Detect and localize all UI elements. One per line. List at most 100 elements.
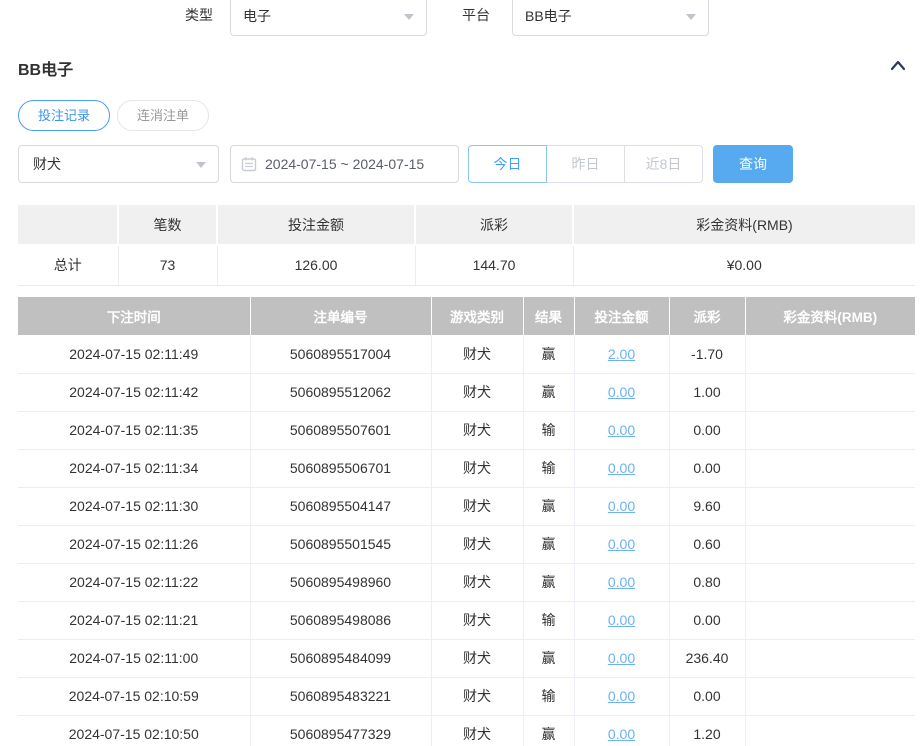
bet-amount-link[interactable]: 0.00: [608, 498, 635, 514]
game-category-cell: 财犬: [431, 335, 523, 373]
summary-total-count: 73: [118, 245, 217, 285]
date-range-input[interactable]: 2024-07-15 ~ 2024-07-15: [230, 145, 459, 183]
table-row: 2024-07-15 02:10:595060895483221财犬输 0.00 0…: [18, 677, 915, 715]
caret-down-icon: [196, 162, 206, 168]
summary-total-bet-amount: 126.00: [217, 245, 415, 285]
bonus-cell: [745, 563, 915, 601]
table-row: 2024-07-15 02:10:505060895477329财犬赢0.001…: [18, 715, 915, 746]
result-cell: 输: [523, 411, 574, 449]
summary-header-payout: 派彩: [415, 205, 573, 245]
table-row: 2024-07-15 02:11:305060895504147财犬赢0.009…: [18, 487, 915, 525]
tab-bet-records[interactable]: 投注记录: [18, 100, 110, 131]
bet-amount-cell: 0.00: [574, 411, 669, 449]
result-cell: 赢: [523, 715, 574, 746]
order-id-cell: 5060895501545: [250, 525, 431, 563]
order-id-cell: 5060895512062: [250, 373, 431, 411]
game-select[interactable]: 财犬: [18, 145, 219, 183]
bet-amount-link[interactable]: 0.00: [608, 726, 635, 742]
query-button[interactable]: 查询: [713, 145, 793, 183]
bonus-cell: [745, 411, 915, 449]
game-category-cell: 财犬: [431, 715, 523, 746]
table-row: 2024-07-15 02:11:005060895484099财犬赢0.002…: [18, 639, 915, 677]
result-cell: 输: [523, 677, 574, 715]
range-today-button[interactable]: 今日: [468, 145, 547, 183]
header-result: 结果: [523, 297, 574, 335]
summary-total-bonus: ¥0.00: [573, 245, 915, 285]
payout-cell: 0.80: [669, 563, 745, 601]
order-id-cell: 5060895498086: [250, 601, 431, 639]
bet-records-table: 下注时间 注单编号 游戏类别 结果 投注金额 派彩 彩金资料(RMB) 2024…: [18, 297, 915, 746]
bet-time-cell: 2024-07-15 02:10:59: [18, 677, 250, 715]
summary-total-label: 总计: [18, 245, 118, 285]
table-row: 2024-07-15 02:11:425060895512062财犬赢0.001…: [18, 373, 915, 411]
bet-amount-cell: 0.00: [574, 487, 669, 525]
payout-cell: 236.40: [669, 639, 745, 677]
payout-cell: 0.00: [669, 601, 745, 639]
bonus-cell: [745, 677, 915, 715]
bet-amount-link[interactable]: 0.00: [608, 574, 635, 590]
bet-amount-cell: 0.00: [574, 525, 669, 563]
bet-amount-cell: 0.00: [574, 677, 669, 715]
header-bet-amount: 投注金额: [574, 297, 669, 335]
bonus-cell: [745, 449, 915, 487]
calendar-icon: [241, 156, 257, 172]
game-category-cell: 财犬: [431, 373, 523, 411]
caret-down-icon: [404, 14, 414, 20]
bet-time-cell: 2024-07-15 02:11:49: [18, 335, 250, 373]
header-payout: 派彩: [669, 297, 745, 335]
bonus-cell: [745, 715, 915, 746]
bonus-cell: [745, 601, 915, 639]
result-cell: 赢: [523, 335, 574, 373]
summary-total-payout: 144.70: [415, 245, 573, 285]
table-row: 2024-07-15 02:11:215060895498086财犬输0.000…: [18, 601, 915, 639]
result-cell: 输: [523, 449, 574, 487]
header-order-id: 注单编号: [250, 297, 431, 335]
tab-cancelled-orders[interactable]: 连消注单: [117, 100, 209, 131]
bonus-cell: [745, 373, 915, 411]
bonus-cell: [745, 487, 915, 525]
type-select-value: 电子: [243, 6, 271, 26]
bet-amount-cell: 0.00: [574, 563, 669, 601]
payout-cell: 0.00: [669, 677, 745, 715]
platform-select[interactable]: BB电子: [512, 0, 709, 36]
summary-header-bonus: 彩金资料(RMB): [573, 205, 915, 245]
bet-amount-cell: 0.00: [574, 715, 669, 746]
order-id-cell: 5060895477329: [250, 715, 431, 746]
bet-amount-link[interactable]: 0.00: [608, 384, 635, 400]
bet-time-cell: 2024-07-15 02:11:26: [18, 525, 250, 563]
payout-cell: 0.00: [669, 449, 745, 487]
bet-time-cell: 2024-07-15 02:11:42: [18, 373, 250, 411]
bet-time-cell: 2024-07-15 02:11:21: [18, 601, 250, 639]
range-last8days-button[interactable]: 近8日: [624, 145, 703, 183]
payout-cell: -1.70: [669, 335, 745, 373]
bet-amount-link[interactable]: 0.00: [608, 536, 635, 552]
table-row: 2024-07-15 02:11:225060895498960财犬赢0.000…: [18, 563, 915, 601]
bet-amount-link[interactable]: 0.00: [608, 422, 635, 438]
bet-amount-link[interactable]: 2.00: [608, 346, 635, 362]
collapse-button[interactable]: [886, 54, 910, 78]
payout-cell: 9.60: [669, 487, 745, 525]
bet-amount-link[interactable]: 0.00: [608, 460, 635, 476]
payout-cell: 0.60: [669, 525, 745, 563]
bet-amount-cell: 2.00: [574, 335, 669, 373]
bet-amount-link[interactable]: 0.00: [608, 650, 635, 666]
result-cell: 赢: [523, 525, 574, 563]
range-yesterday-button[interactable]: 昨日: [546, 145, 625, 183]
order-id-cell: 5060895498960: [250, 563, 431, 601]
result-cell: 赢: [523, 487, 574, 525]
result-cell: 赢: [523, 373, 574, 411]
type-select[interactable]: 电子: [230, 0, 427, 36]
header-bet-time: 下注时间: [18, 297, 250, 335]
bet-amount-link[interactable]: 0.00: [608, 688, 635, 704]
bet-time-cell: 2024-07-15 02:11:35: [18, 411, 250, 449]
game-category-cell: 财犬: [431, 677, 523, 715]
payout-cell: 0.00: [669, 411, 745, 449]
bet-table-body: 2024-07-15 02:11:495060895517004财犬赢2.00-…: [18, 335, 915, 746]
game-category-cell: 财犬: [431, 525, 523, 563]
game-category-cell: 财犬: [431, 563, 523, 601]
summary-header-row: 笔数 投注金额 派彩 彩金资料(RMB): [18, 205, 915, 245]
bet-amount-link[interactable]: 0.00: [608, 612, 635, 628]
game-category-cell: 财犬: [431, 601, 523, 639]
order-id-cell: 5060895483221: [250, 677, 431, 715]
game-category-cell: 财犬: [431, 449, 523, 487]
